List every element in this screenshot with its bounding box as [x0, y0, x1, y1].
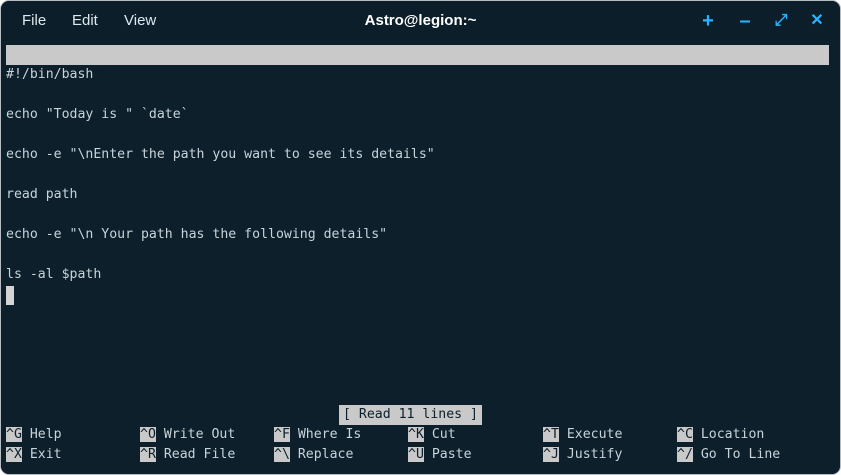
nano-header-bar: GNU nano 8.3 hello.sh	[6, 45, 829, 102]
shortcut-label: Cut	[431, 427, 456, 442]
shortcut-label: Write Out	[163, 427, 236, 442]
shortcut-help[interactable]: ^G Help	[6, 425, 62, 445]
shortcut-key: ^T	[543, 427, 559, 442]
shortcut-label: Execute	[566, 427, 623, 442]
code-line-1[interactable]: #!/bin/bash	[6, 65, 93, 85]
shortcut-key: ^K	[408, 427, 424, 442]
shortcut-label: Go To Line	[700, 447, 781, 462]
shortcut-label: Where Is	[297, 427, 362, 442]
title-bar: File Edit View Astro@legion:~ + – ⤢ ✕	[1, 1, 840, 41]
shortcut-label: Read File	[163, 447, 236, 462]
shortcut-cut[interactable]: ^K Cut	[408, 425, 456, 445]
shortcut-key: ^O	[140, 427, 156, 442]
maximize-icon[interactable]: ⤢	[768, 7, 794, 35]
shortcut-exit[interactable]: ^X Exit	[6, 445, 62, 465]
shortcut-key: ^G	[6, 427, 22, 442]
shortcut-paste[interactable]: ^U Paste	[408, 445, 472, 465]
shortcut-write-out[interactable]: ^O Write Out	[140, 425, 235, 445]
shortcut-label: Exit	[29, 447, 62, 462]
shortcut-execute[interactable]: ^T Execute	[543, 425, 622, 445]
shortcut-key: ^C	[677, 427, 693, 442]
terminal-area[interactable]: GNU nano 8.3 hello.sh #!/bin/bash echo "…	[1, 41, 840, 474]
shortcut-location[interactable]: ^C Location	[677, 425, 764, 445]
shortcut-key: ^R	[140, 447, 156, 462]
shortcut-label: Location	[700, 427, 765, 442]
code-line-7[interactable]: read path	[6, 185, 77, 205]
shortcut-replace[interactable]: ^\ Replace	[274, 445, 353, 465]
close-icon[interactable]: ✕	[804, 7, 830, 35]
code-line-3[interactable]: echo "Today is " `date`	[6, 105, 189, 125]
shortcut-go-to-line[interactable]: ^/ Go To Line	[677, 445, 780, 465]
code-line-9[interactable]: echo -e "\n Your path has the following …	[6, 225, 387, 245]
code-line-5[interactable]: echo -e "\nEnter the path you want to se…	[6, 145, 435, 165]
shortcut-where-is[interactable]: ^F Where Is	[274, 425, 361, 445]
shortcut-key: ^J	[543, 447, 559, 462]
shortcut-label: Justify	[566, 447, 623, 462]
shortcut-justify[interactable]: ^J Justify	[543, 445, 622, 465]
new-tab-icon[interactable]: +	[695, 7, 721, 35]
shortcut-label: Paste	[431, 447, 472, 462]
terminal-window: File Edit View Astro@legion:~ + – ⤢ ✕ GN…	[0, 0, 841, 475]
text-cursor	[6, 286, 14, 305]
shortcut-read-file[interactable]: ^R Read File	[140, 445, 235, 465]
minimize-icon[interactable]: –	[732, 7, 758, 35]
code-line-11[interactable]: ls -al $path	[6, 265, 101, 285]
shortcut-key: ^\	[274, 447, 290, 462]
shortcut-label: Replace	[297, 447, 354, 462]
shortcut-key: ^/	[677, 447, 693, 462]
status-message: [ Read 11 lines ]	[339, 405, 482, 425]
shortcut-label: Help	[29, 427, 62, 442]
shortcut-key: ^X	[6, 447, 22, 462]
shortcut-key: ^F	[274, 427, 290, 442]
file-name: hello.sh	[401, 87, 465, 102]
shortcut-key: ^U	[408, 447, 424, 462]
